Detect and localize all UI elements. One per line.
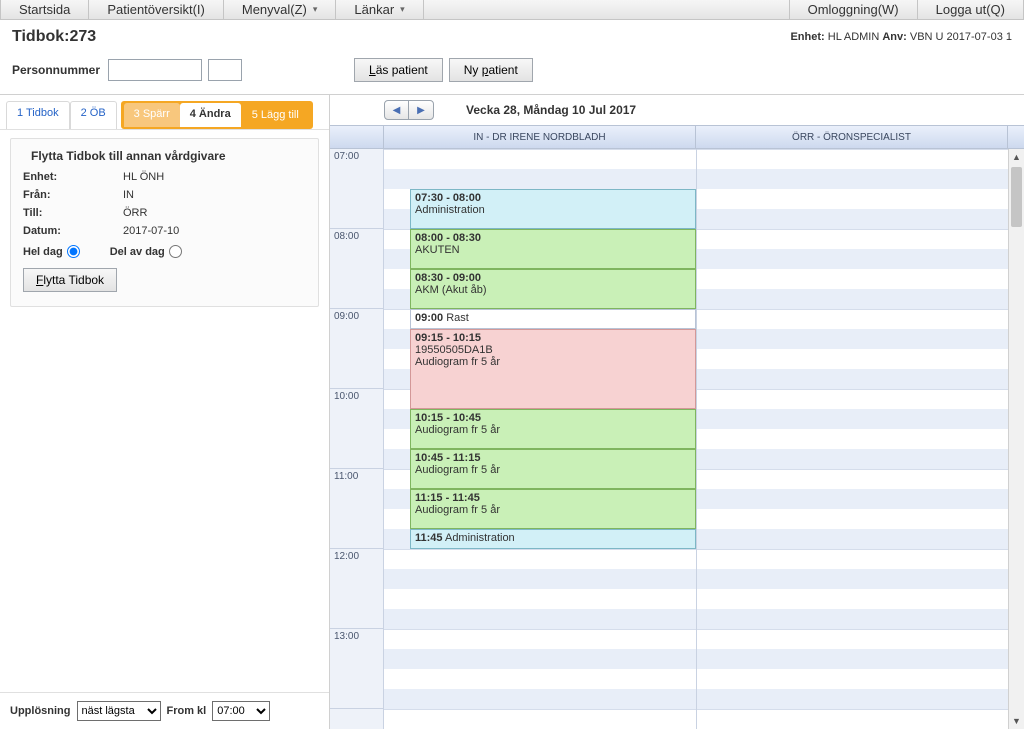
caret-down-icon: ▾ bbox=[313, 4, 318, 15]
hour-label: 08:00 bbox=[330, 229, 383, 309]
read-patient-button[interactable]: Läs patient bbox=[354, 58, 443, 82]
calendar-body: 07:0008:0009:0010:0011:0012:0013:00 07:3… bbox=[330, 149, 1024, 729]
caret-down-icon: ▾ bbox=[400, 4, 405, 15]
kv-k-2: Till: bbox=[23, 207, 123, 219]
appointment[interactable]: 09:00 Rast bbox=[410, 309, 696, 329]
sidebar: 1 Tidbok 2 ÖB 3 Spärr 4 Ändra 5 Lägg til… bbox=[0, 95, 330, 729]
hour-label: 12:00 bbox=[330, 549, 383, 629]
hour-label: 10:00 bbox=[330, 389, 383, 469]
menu-omloggning[interactable]: Omloggning(W) bbox=[789, 0, 918, 19]
move-tidbok-panel: Flytta Tidbok till annan vårdgivare Enhe… bbox=[10, 138, 319, 307]
kv-v-3: 2017-07-10 bbox=[123, 225, 306, 237]
appointment[interactable]: 08:30 - 09:00AKM (Akut åb) bbox=[410, 269, 696, 309]
kv-k-1: Från: bbox=[23, 189, 123, 201]
menu-label: Menyval(Z) bbox=[242, 2, 307, 17]
calendar-columns-header: IN - DR IRENE NORDBLADH ÖRR - ÖRONSPECIA… bbox=[330, 125, 1024, 149]
upplosning-label: Upplösning bbox=[10, 705, 71, 717]
calendar-nav: ◀ ▶ Vecka 28, Måndag 10 Jul 2017 bbox=[330, 95, 1024, 125]
main: 1 Tidbok 2 ÖB 3 Spärr 4 Ändra 5 Lägg til… bbox=[0, 94, 1024, 729]
fromkl-label: From kl bbox=[167, 705, 207, 717]
appointment[interactable]: 11:15 - 11:45Audiogram fr 5 år bbox=[410, 489, 696, 529]
enhet-label: Enhet: bbox=[790, 31, 824, 43]
radio-delavdag[interactable]: Del av dag bbox=[110, 245, 182, 258]
panel-title: Flytta Tidbok till annan vårdgivare bbox=[31, 149, 306, 163]
scroll-up-icon[interactable]: ▲ bbox=[1009, 149, 1024, 165]
hour-label: 11:00 bbox=[330, 469, 383, 549]
menu-patientoversikt[interactable]: Patientöversikt(I) bbox=[89, 0, 224, 19]
menubar: Startsida Patientöversikt(I) Menyval(Z) ▾… bbox=[0, 0, 1024, 20]
hour-label: 07:00 bbox=[330, 149, 383, 229]
session-status: Enhet: HL ADMIN Anv: VBN U 2017-07-03 1 bbox=[790, 31, 1012, 43]
kv-v-1: IN bbox=[123, 189, 306, 201]
appointment[interactable]: 08:00 - 08:30AKUTEN bbox=[410, 229, 696, 269]
enhet-value: HL ADMIN bbox=[828, 31, 880, 43]
kv-v-2: ÖRR bbox=[123, 207, 306, 219]
scroll-thumb[interactable] bbox=[1011, 167, 1022, 227]
personnummer-input-1[interactable] bbox=[108, 59, 202, 81]
appointment[interactable]: 10:15 - 10:45Audiogram fr 5 år bbox=[410, 409, 696, 449]
radio-heldag[interactable]: Hel dag bbox=[23, 245, 80, 258]
page-title: Tidbok:273 bbox=[12, 28, 96, 46]
menu-startsida[interactable]: Startsida bbox=[0, 0, 89, 19]
appointment[interactable]: 10:45 - 11:15Audiogram fr 5 år bbox=[410, 449, 696, 489]
tab-tidbok[interactable]: 1 Tidbok bbox=[6, 101, 70, 129]
appointment[interactable]: 09:15 - 10:1519550505DA1BAudiogram fr 5 … bbox=[410, 329, 696, 409]
kv-k-0: Enhet: bbox=[23, 171, 123, 183]
radio-delavdag-input[interactable] bbox=[169, 245, 182, 258]
upplosning-select[interactable]: näst lägsta bbox=[77, 701, 161, 721]
col-head-1: IN - DR IRENE NORDBLADH bbox=[384, 126, 696, 148]
time-gutter: 07:0008:0009:0010:0011:0012:0013:00 bbox=[330, 149, 384, 729]
hour-label: 09:00 bbox=[330, 309, 383, 389]
personnummer-label: Personnummer bbox=[12, 63, 100, 77]
kv-v-0: HL ÖNH bbox=[123, 171, 306, 183]
sidebar-footer: Upplösning näst lägsta From kl 07:00 bbox=[0, 692, 329, 729]
anv-label: Anv: bbox=[882, 31, 906, 43]
next-day-button[interactable]: ▶ bbox=[409, 101, 433, 119]
radio-label: Hel dag bbox=[23, 246, 63, 258]
calendar-grid[interactable]: 07:30 - 08:00Administration08:00 - 08:30… bbox=[384, 149, 1008, 729]
vertical-scrollbar[interactable]: ▲ ▼ bbox=[1008, 149, 1024, 729]
radio-label: Del av dag bbox=[110, 246, 165, 258]
anv-value: VBN U 2017-07-03 1 bbox=[910, 31, 1012, 43]
menu-label: Länkar bbox=[354, 2, 394, 17]
search-row: Personnummer Läs patient Ny patient bbox=[0, 58, 1024, 94]
new-patient-button[interactable]: Ny patient bbox=[449, 58, 533, 82]
prev-day-button[interactable]: ◀ bbox=[385, 101, 409, 119]
tab-andra[interactable]: 4 Ändra bbox=[180, 103, 241, 127]
personnummer-input-2[interactable] bbox=[208, 59, 242, 81]
hour-label: 13:00 bbox=[330, 629, 383, 709]
tabs: 1 Tidbok 2 ÖB 3 Spärr 4 Ändra 5 Lägg til… bbox=[0, 95, 329, 130]
menu-loggaut[interactable]: Logga ut(Q) bbox=[918, 0, 1024, 19]
col-head-2: ÖRR - ÖRONSPECIALIST bbox=[696, 126, 1008, 148]
fromkl-select[interactable]: 07:00 bbox=[212, 701, 270, 721]
calendar: ◀ ▶ Vecka 28, Måndag 10 Jul 2017 IN - DR… bbox=[330, 95, 1024, 729]
menu-menyval[interactable]: Menyval(Z) ▾ bbox=[224, 0, 337, 19]
title-row: Tidbok:273 Enhet: HL ADMIN Anv: VBN U 20… bbox=[0, 20, 1024, 58]
radio-heldag-input[interactable] bbox=[67, 245, 80, 258]
tab-laggtill[interactable]: 5 Lägg till bbox=[241, 103, 310, 127]
tab-ob[interactable]: 2 ÖB bbox=[70, 101, 117, 129]
menu-label: Patientöversikt(I) bbox=[107, 2, 205, 17]
flytta-tidbok-button[interactable]: Flytta Tidbok bbox=[23, 268, 117, 292]
appointment[interactable]: 11:45 Administration bbox=[410, 529, 696, 549]
appointment[interactable]: 07:30 - 08:00Administration bbox=[410, 189, 696, 229]
tab-sparr: 3 Spärr bbox=[124, 103, 180, 127]
calendar-date-label: Vecka 28, Måndag 10 Jul 2017 bbox=[466, 103, 636, 117]
kv-k-3: Datum: bbox=[23, 225, 123, 237]
menu-lankar[interactable]: Länkar ▾ bbox=[336, 0, 423, 19]
